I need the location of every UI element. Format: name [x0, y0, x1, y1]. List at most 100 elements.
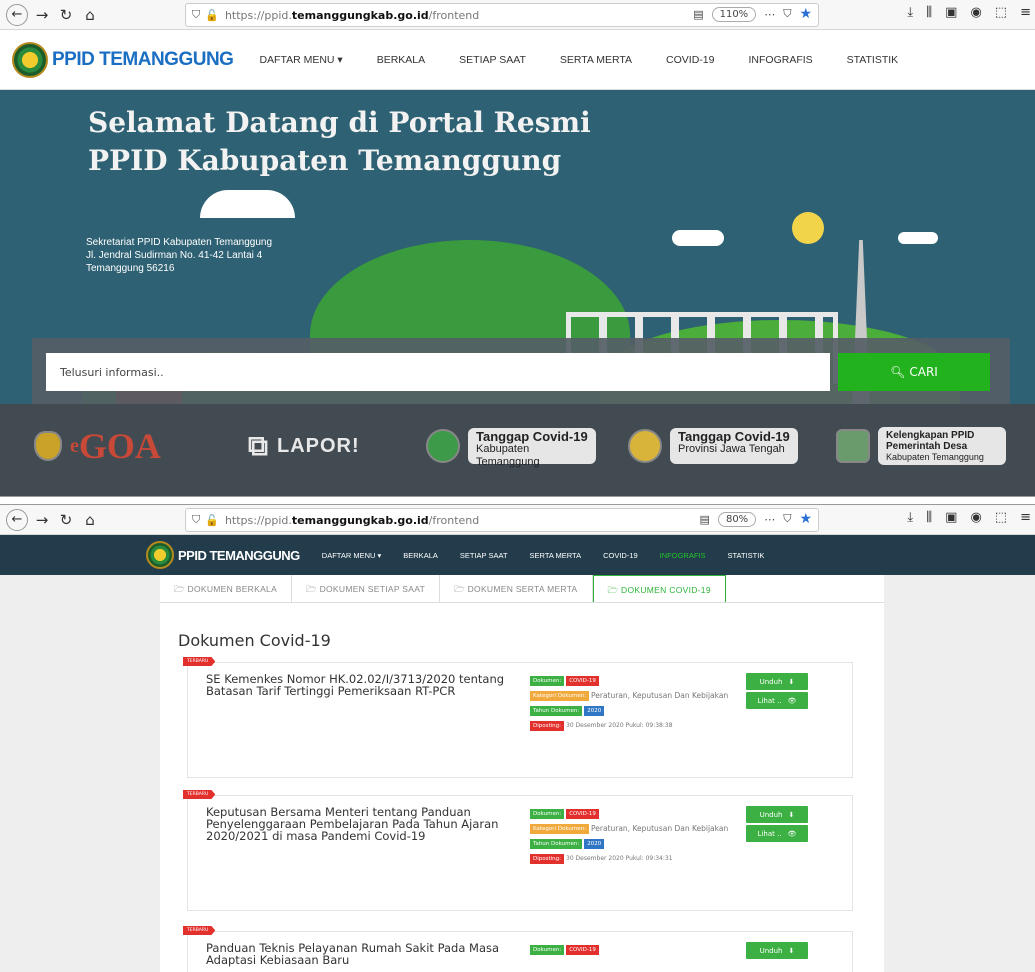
download-icon[interactable]: ⤓ — [907, 5, 913, 20]
nav-daftar-menu[interactable]: DAFTAR MENU ▾ — [322, 551, 381, 560]
reader-view-icon[interactable]: ▤ — [700, 513, 710, 526]
search-button[interactable]: 🔍︎ CARI — [838, 353, 990, 391]
reader-view-icon[interactable]: ▤ — [693, 8, 703, 21]
nav-statistik[interactable]: STATISTIK — [728, 551, 765, 560]
home-icon[interactable]: ⌂ — [78, 3, 102, 27]
tab-dokumen-berkala[interactable]: 🗁 DOKUMEN BERKALA — [160, 575, 293, 602]
url-domain: temanggungkab.go.id — [291, 513, 429, 527]
tahun-label: Tahun Dokumen: — [530, 706, 583, 716]
tab-label: DOKUMEN SETIAP SAAT — [319, 584, 426, 594]
hamburger-menu-icon[interactable]: ≡ — [1020, 510, 1031, 525]
lihat-label: Lihat .. — [757, 696, 782, 705]
dokumen-label: Dokumen: — [530, 809, 565, 819]
address-bar[interactable]: ⛉ 🔓 https://ppid. temanggungkab.go.id/fro… — [185, 508, 819, 532]
url-path: /frontend — [428, 513, 480, 527]
sidebar-icon[interactable]: ▣ — [945, 510, 957, 525]
nav-setiap-saat[interactable]: SETIAP SAAT — [459, 54, 526, 66]
tab-dokumen-serta-merta[interactable]: 🗁 DOKUMEN SERTA MERTA — [440, 575, 593, 602]
zoom-indicator[interactable]: 110% — [711, 6, 757, 22]
page-actions-icon[interactable]: ⋯ — [764, 8, 775, 21]
extension-icon[interactable]: ⬚ — [995, 5, 1007, 20]
account-icon[interactable]: ◉ — [970, 510, 981, 525]
toolbar-icons: ⤓ ⫼ ▣ ◉ ⬚ ≡ — [907, 510, 1031, 525]
forward-icon[interactable]: → — [30, 3, 54, 27]
page-actions-icon[interactable]: ⋯ — [764, 513, 775, 526]
tahun-value: 2020 — [584, 839, 605, 849]
tab-label: DOKUMEN SERTA MERTA — [467, 584, 578, 594]
egoa-prefix: e — [70, 434, 79, 457]
library-icon[interactable]: ⫼ — [926, 510, 932, 525]
address-bar[interactable]: ⛉ 🔓 https://ppid. temanggungkab.go.id/fro… — [185, 3, 819, 27]
hamburger-menu-icon[interactable]: ≡ — [1020, 5, 1031, 20]
nav-berkala[interactable]: BERKALA — [403, 551, 438, 560]
lapor-link[interactable]: ⧉ LAPOR! — [248, 426, 360, 466]
zoom-indicator[interactable]: 80% — [717, 511, 757, 527]
nav-statistik[interactable]: STATISTIK — [847, 54, 899, 66]
library-icon[interactable]: ⫼ — [926, 5, 932, 20]
nav-daftar-menu[interactable]: DAFTAR MENU ▾ — [259, 54, 342, 66]
section-title: Dokumen Covid-19 — [178, 631, 331, 650]
back-icon[interactable]: ← — [6, 508, 28, 531]
kelengkapan-desa-link[interactable]: Kelengkapan PPID Pemerintah Desa Kabupat… — [836, 426, 1006, 466]
document-tabs: 🗁 DOKUMEN BERKALA 🗁 DOKUMEN SETIAP SAAT … — [160, 575, 884, 603]
nav-serta-merta[interactable]: SERTA MERTA — [530, 551, 582, 560]
lihat-button[interactable]: Lihat .. 👁 — [746, 825, 808, 842]
reload-icon[interactable]: ↻ — [54, 508, 78, 532]
site-logo[interactable]: PPID TEMANGGUNG — [146, 541, 300, 569]
desa-line2: Pemerintah Desa — [886, 441, 968, 452]
covid-kab-title: Tanggap Covid-19 — [476, 429, 588, 444]
covid-provinsi-link[interactable]: Tanggap Covid-19 Provinsi Jawa Tengah — [628, 426, 798, 466]
search-input[interactable]: Telusuri informasi.. — [46, 353, 830, 391]
lapor-icon: ⧉ — [248, 429, 269, 461]
account-icon[interactable]: ◉ — [970, 5, 981, 20]
pocket-icon[interactable]: ⛉ — [783, 7, 791, 21]
document-title[interactable]: Keputusan Bersama Menteri tentang Pandua… — [206, 806, 526, 842]
nav-setiap-saat[interactable]: SETIAP SAAT — [460, 551, 508, 560]
egoa-link[interactable]: e GOA — [34, 426, 161, 466]
covid-kabupaten-pill: Tanggap Covid-19 Kabupaten Temanggung — [468, 428, 596, 468]
document-meta: Dokumen: COVID-19 — [530, 944, 735, 959]
zip-file-icon — [836, 429, 870, 463]
nav-infografis[interactable]: INFOGRAFIS — [660, 551, 706, 560]
lihat-button[interactable]: Lihat .. 👁 — [746, 692, 808, 709]
lapor-text: LAPOR! — [277, 434, 360, 457]
site-header: PPID TEMANGGUNG DAFTAR MENU ▾ BERKALA SE… — [0, 30, 1035, 90]
download-icon[interactable]: ⤓ — [907, 510, 913, 525]
diposting-value: 30 Desember 2020 Pukul: 09:34:31 — [566, 855, 673, 862]
document-title[interactable]: Panduan Teknis Pelayanan Rumah Sakit Pad… — [206, 942, 526, 966]
nav-covid-19[interactable]: COVID-19 — [666, 54, 714, 66]
tab-dokumen-setiap-saat[interactable]: 🗁 DOKUMEN SETIAP SAAT — [292, 575, 441, 602]
lihat-label: Lihat .. — [757, 829, 782, 838]
main-nav: DAFTAR MENU ▾ BERKALA SETIAP SAAT SERTA … — [259, 54, 898, 66]
pocket-icon[interactable]: ⛉ — [783, 512, 791, 526]
screenshot-divider — [0, 496, 1035, 505]
document-title[interactable]: SE Kemenkes Nomor HK.02.02/I/3713/2020 t… — [206, 673, 526, 697]
forward-icon[interactable]: → — [30, 508, 54, 532]
nav-berkala[interactable]: BERKALA — [377, 54, 425, 66]
nav-serta-merta[interactable]: SERTA MERTA — [560, 54, 632, 66]
tab-dokumen-covid-19[interactable]: 🗁 DOKUMEN COVID-19 — [592, 575, 726, 602]
reload-icon[interactable]: ↻ — [54, 3, 78, 27]
covid-kabupaten-link[interactable]: Tanggap Covid-19 Kabupaten Temanggung — [426, 426, 596, 468]
insecure-lock-icon[interactable]: 🔓 — [205, 9, 219, 22]
insecure-lock-icon[interactable]: 🔓 — [205, 514, 219, 527]
egoa-text: GOA — [78, 426, 161, 466]
bookmark-star-icon[interactable]: ★ — [799, 6, 812, 22]
shield-icon: ⛉ — [192, 513, 201, 526]
logo-text: PPID TEMANGGUNG — [52, 48, 234, 70]
home-icon[interactable]: ⌂ — [78, 508, 102, 532]
bookmark-star-icon[interactable]: ★ — [799, 511, 812, 527]
nav-infografis[interactable]: INFOGRAFIS — [748, 54, 812, 66]
back-icon[interactable]: ← — [6, 3, 28, 26]
extension-icon[interactable]: ⬚ — [995, 510, 1007, 525]
site-logo[interactable]: PPID TEMANGGUNG — [12, 41, 234, 78]
address-line: Temanggung 56216 — [86, 263, 175, 274]
unduh-button[interactable]: Unduh ⬇ — [746, 673, 808, 690]
url-domain: temanggungkab.go.id — [291, 8, 429, 22]
temanggung-seal-icon — [12, 41, 48, 78]
unduh-button[interactable]: Unduh ⬇ — [746, 806, 808, 823]
nav-covid-19[interactable]: COVID-19 — [603, 551, 638, 560]
sidebar-icon[interactable]: ▣ — [945, 5, 957, 20]
unduh-button[interactable]: Unduh ⬇ — [746, 942, 808, 959]
unduh-label: Unduh — [759, 946, 783, 955]
